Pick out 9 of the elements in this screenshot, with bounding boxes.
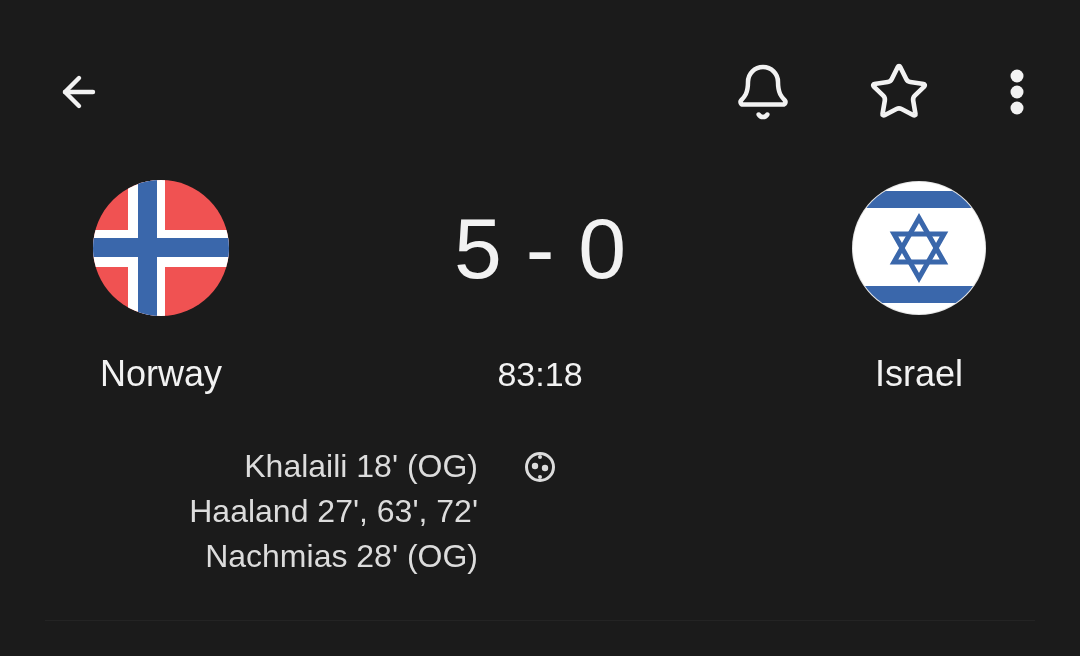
goal-scorer: Haaland 27', 63', 72' <box>189 492 478 531</box>
goal-scorer: Nachmias 28' (OG) <box>205 537 478 576</box>
team-name: Norway <box>100 354 222 394</box>
more-options-icon[interactable] <box>1010 69 1024 115</box>
match-score: 5 - 0 <box>453 205 627 291</box>
team-name: Israel <box>875 354 963 394</box>
match-clock: 83:18 <box>497 354 583 394</box>
soccer-ball-icon <box>524 450 556 483</box>
goal-scorer: Khalaili 18' (OG) <box>244 447 478 486</box>
